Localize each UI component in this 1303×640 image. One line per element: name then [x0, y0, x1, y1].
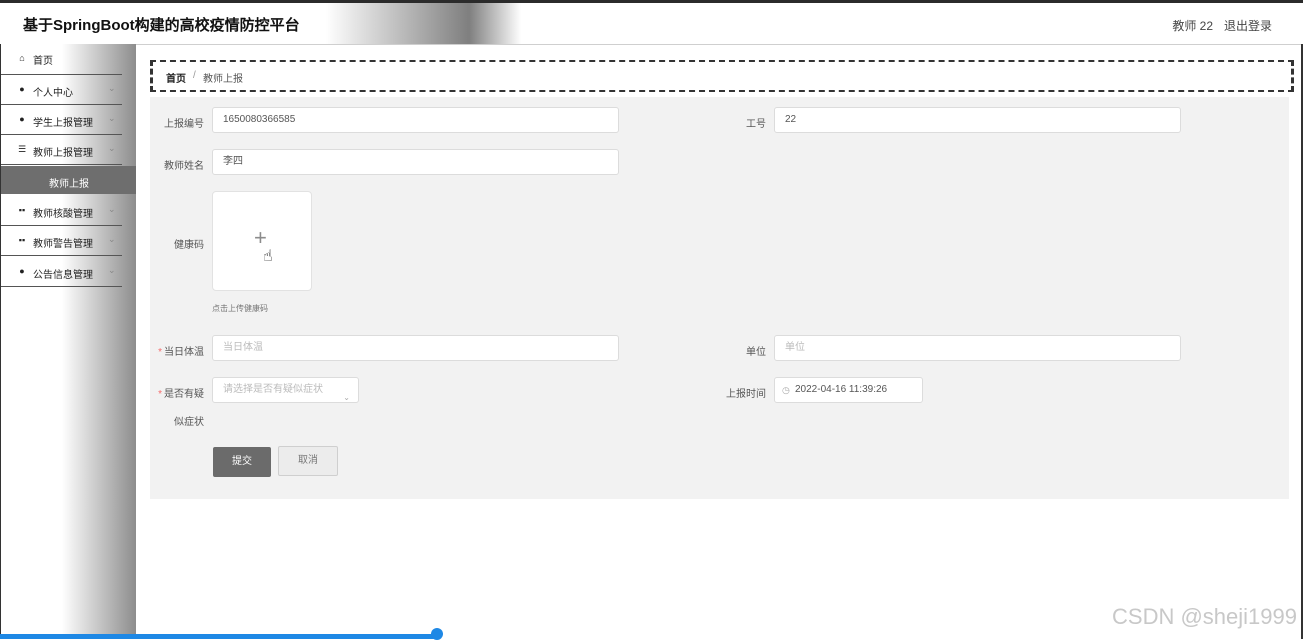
- sidebar-subitem-label: 教师上报: [49, 179, 89, 190]
- chevron-down-icon: ⌄: [343, 393, 350, 402]
- sidebar-item-student-report[interactable]: ● 学生上报管理 ⌄: [1, 105, 122, 135]
- location-icon: ●: [19, 114, 25, 124]
- breadcrumb: 首页 / 教师上报: [150, 60, 1294, 92]
- health-code-label: 健康码: [174, 240, 204, 251]
- report-form: 上报编号 1650080366585 工号 22 教师姓名 李四 健康码 + ☝…: [150, 97, 1289, 499]
- sidebar-item-label: 个人中心: [33, 88, 73, 99]
- breadcrumb-home[interactable]: 首页: [166, 70, 186, 85]
- current-user: 教师 22: [1172, 19, 1213, 33]
- grid-icon: ▪▪: [18, 205, 26, 215]
- chevron-down-icon: ⌄: [108, 83, 116, 93]
- logout-link[interactable]: 退出登录: [1224, 17, 1272, 34]
- health-code-hint: 点击上传健康码: [212, 304, 268, 313]
- sidebar-subitem-teacher-report[interactable]: 教师上报: [1, 166, 136, 194]
- app-header: 基于SpringBoot构建的高校疫情防控平台 教师 22 退出登录: [0, 3, 1303, 45]
- submit-button[interactable]: 提交: [213, 447, 271, 477]
- pointer-hand-icon: ☝: [263, 248, 273, 265]
- breadcrumb-current: 教师上报: [203, 74, 243, 85]
- report-time-label: 上报时间: [726, 389, 766, 400]
- clock-icon: ◷: [782, 385, 790, 395]
- temperature-input[interactable]: 当日体温: [212, 335, 619, 361]
- sidebar-item-teacher-warning[interactable]: ▪▪ 教师警告管理 ⌄: [1, 226, 122, 256]
- app-title: 基于SpringBoot构建的高校疫情防控平台: [23, 17, 300, 34]
- job-no-label: 工号: [746, 119, 766, 130]
- sliders-icon: ☰: [17, 144, 27, 154]
- sidebar-item-label: 学生上报管理: [33, 118, 93, 129]
- chevron-down-icon: ⌄: [108, 204, 116, 214]
- sidebar-item-label: 公告信息管理: [33, 270, 93, 281]
- progress-bar: [0, 634, 437, 639]
- sidebar-item-teacher-report[interactable]: ☰ 教师上报管理 ⌄: [1, 135, 122, 165]
- sidebar-item-label: 教师上报管理: [33, 148, 93, 159]
- chevron-down-icon: ⌄: [108, 113, 116, 123]
- unit-label: 单位: [746, 347, 766, 358]
- sidebar-item-teacher-nucleic[interactable]: ▪▪ 教师核酸管理 ⌄: [1, 196, 122, 226]
- breadcrumb-separator: /: [193, 70, 196, 81]
- chevron-down-icon: ⌄: [108, 234, 116, 244]
- cancel-button[interactable]: 取消: [278, 446, 338, 476]
- teacher-name-input[interactable]: 李四: [212, 149, 619, 175]
- symptoms-label: * 是否有疑: [158, 389, 204, 400]
- grid-icon: ▪▪: [18, 235, 26, 245]
- sidebar-item-label: 教师警告管理: [33, 239, 93, 250]
- report-no-label: 上报编号: [164, 119, 204, 130]
- health-code-upload[interactable]: + ☝: [212, 191, 312, 291]
- symptoms-label-line2: 似症状: [174, 417, 204, 428]
- report-time-input[interactable]: ◷ 2022-04-16 11:39:26: [774, 377, 923, 403]
- sidebar-item-home[interactable]: ⌂ 首页: [1, 44, 122, 75]
- report-no-input[interactable]: 1650080366585: [212, 107, 619, 133]
- sidebar-item-profile[interactable]: ● 个人中心 ⌄: [1, 75, 122, 105]
- sidebar-item-label: 教师核酸管理: [33, 209, 93, 220]
- watermark: CSDN @sheji1999: [1112, 604, 1297, 629]
- job-no-input[interactable]: 22: [774, 107, 1181, 133]
- unit-input[interactable]: 单位: [774, 335, 1181, 361]
- temperature-label: * 当日体温: [158, 347, 204, 358]
- teacher-name-label: 教师姓名: [164, 161, 204, 172]
- sidebar: ⌂ 首页 ● 个人中心 ⌄ ● 学生上报管理 ⌄ ☰ 教师上报管理 ⌄ 教师上报…: [1, 44, 136, 639]
- chevron-down-icon: ⌄: [108, 265, 116, 275]
- home-icon: ⌂: [19, 53, 25, 63]
- sidebar-item-notice[interactable]: ● 公告信息管理 ⌄: [1, 257, 122, 287]
- user-icon: ●: [19, 266, 25, 276]
- user-icon: ●: [19, 84, 25, 94]
- progress-handle[interactable]: [431, 628, 443, 640]
- sidebar-item-label: 首页: [33, 56, 53, 67]
- chevron-down-icon: ⌄: [108, 143, 116, 153]
- symptoms-select[interactable]: 请选择是否有疑似症状 ⌄: [212, 377, 359, 403]
